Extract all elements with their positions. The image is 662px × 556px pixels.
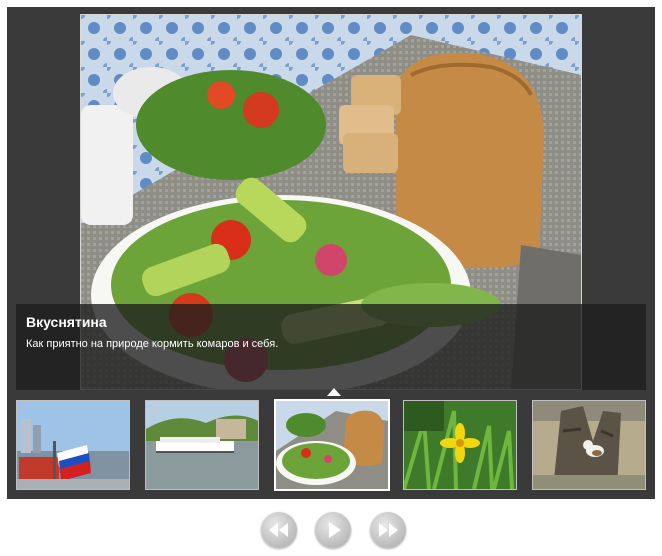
thumbnail-4-image [404, 401, 516, 489]
next-button[interactable] [370, 512, 406, 548]
fast-forward-icon [379, 523, 398, 537]
gallery-frame: Вкуснятина Как приятно на природе кормит… [7, 7, 655, 499]
playback-controls [0, 510, 662, 550]
rewind-icon [269, 523, 288, 537]
thumbnail-1-image [17, 401, 129, 489]
play-button[interactable] [315, 512, 351, 548]
thumbnail-2-image [146, 401, 258, 489]
thumbnail-1[interactable] [16, 400, 130, 490]
caption-text: Как приятно на природе кормить комаров и… [26, 338, 279, 350]
play-icon [329, 522, 341, 538]
thumbnail-strip [16, 399, 646, 492]
thumbnail-3-image [276, 401, 388, 489]
caption-title: Вкуснятина [26, 314, 107, 330]
caption-panel: Вкуснятина Как приятно на природе кормит… [16, 304, 646, 390]
thumbnail-4[interactable] [403, 400, 517, 490]
thumbnail-5-image [533, 401, 645, 489]
thumbnail-2[interactable] [145, 400, 259, 490]
thumbnail-3-active[interactable] [274, 399, 390, 491]
active-thumb-pointer [327, 388, 341, 396]
thumbnail-5[interactable] [532, 400, 646, 490]
previous-button[interactable] [261, 512, 297, 548]
